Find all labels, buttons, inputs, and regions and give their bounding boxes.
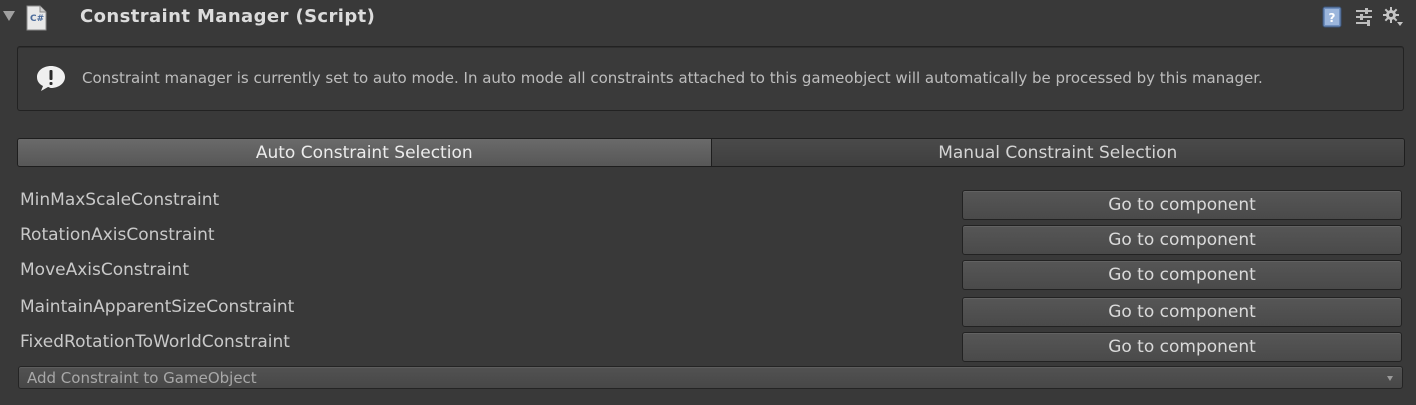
go-to-component-button[interactable]: Go to component	[962, 225, 1402, 255]
tab-manual-constraint-selection[interactable]: Manual Constraint Selection	[710, 139, 1404, 166]
help-icon[interactable]: ?	[1321, 6, 1343, 28]
script-icon: C#	[26, 5, 47, 31]
preset-sliders-icon[interactable]	[1353, 6, 1375, 28]
svg-text:?: ?	[1329, 11, 1336, 25]
constraint-name: MoveAxisConstraint	[20, 260, 189, 280]
component-header: C# Constraint Manager (Script) ?	[0, 0, 1416, 36]
go-to-component-button[interactable]: Go to component	[962, 190, 1402, 220]
constraint-selection-mode-toolbar: Auto Constraint Selection Manual Constra…	[17, 138, 1405, 167]
constraint-name: RotationAxisConstraint	[20, 225, 215, 245]
constraint-row: MaintainApparentSizeConstraint Go to com…	[0, 297, 1416, 329]
constraint-name: FixedRotationToWorldConstraint	[20, 332, 290, 352]
component-title: Constraint Manager (Script)	[80, 6, 376, 27]
go-to-component-button[interactable]: Go to component	[962, 332, 1402, 362]
constraint-name: MaintainApparentSizeConstraint	[20, 297, 295, 317]
info-helpbox: Constraint manager is currently set to a…	[17, 46, 1404, 111]
gear-icon[interactable]	[1382, 6, 1404, 28]
helpbox-message: Constraint manager is currently set to a…	[82, 69, 1263, 87]
constraint-row: FixedRotationToWorldConstraint Go to com…	[0, 332, 1416, 364]
info-icon	[37, 66, 65, 91]
add-constraint-dropdown[interactable]: Add Constraint to GameObject	[18, 366, 1403, 389]
script-icon-label: C#	[30, 14, 44, 24]
constraint-name: MinMaxScaleConstraint	[20, 190, 220, 210]
constraint-row: MoveAxisConstraint Go to component	[0, 260, 1416, 292]
dropdown-arrow-icon	[1387, 376, 1393, 381]
constraint-row: MinMaxScaleConstraint Go to component	[0, 190, 1416, 222]
tab-auto-constraint-selection[interactable]: Auto Constraint Selection	[18, 139, 711, 166]
constraint-row: RotationAxisConstraint Go to component	[0, 225, 1416, 257]
go-to-component-button[interactable]: Go to component	[962, 260, 1402, 290]
go-to-component-button[interactable]: Go to component	[962, 297, 1402, 327]
add-constraint-dropdown-label: Add Constraint to GameObject	[27, 369, 257, 387]
foldout-arrow-icon[interactable]	[3, 11, 15, 21]
